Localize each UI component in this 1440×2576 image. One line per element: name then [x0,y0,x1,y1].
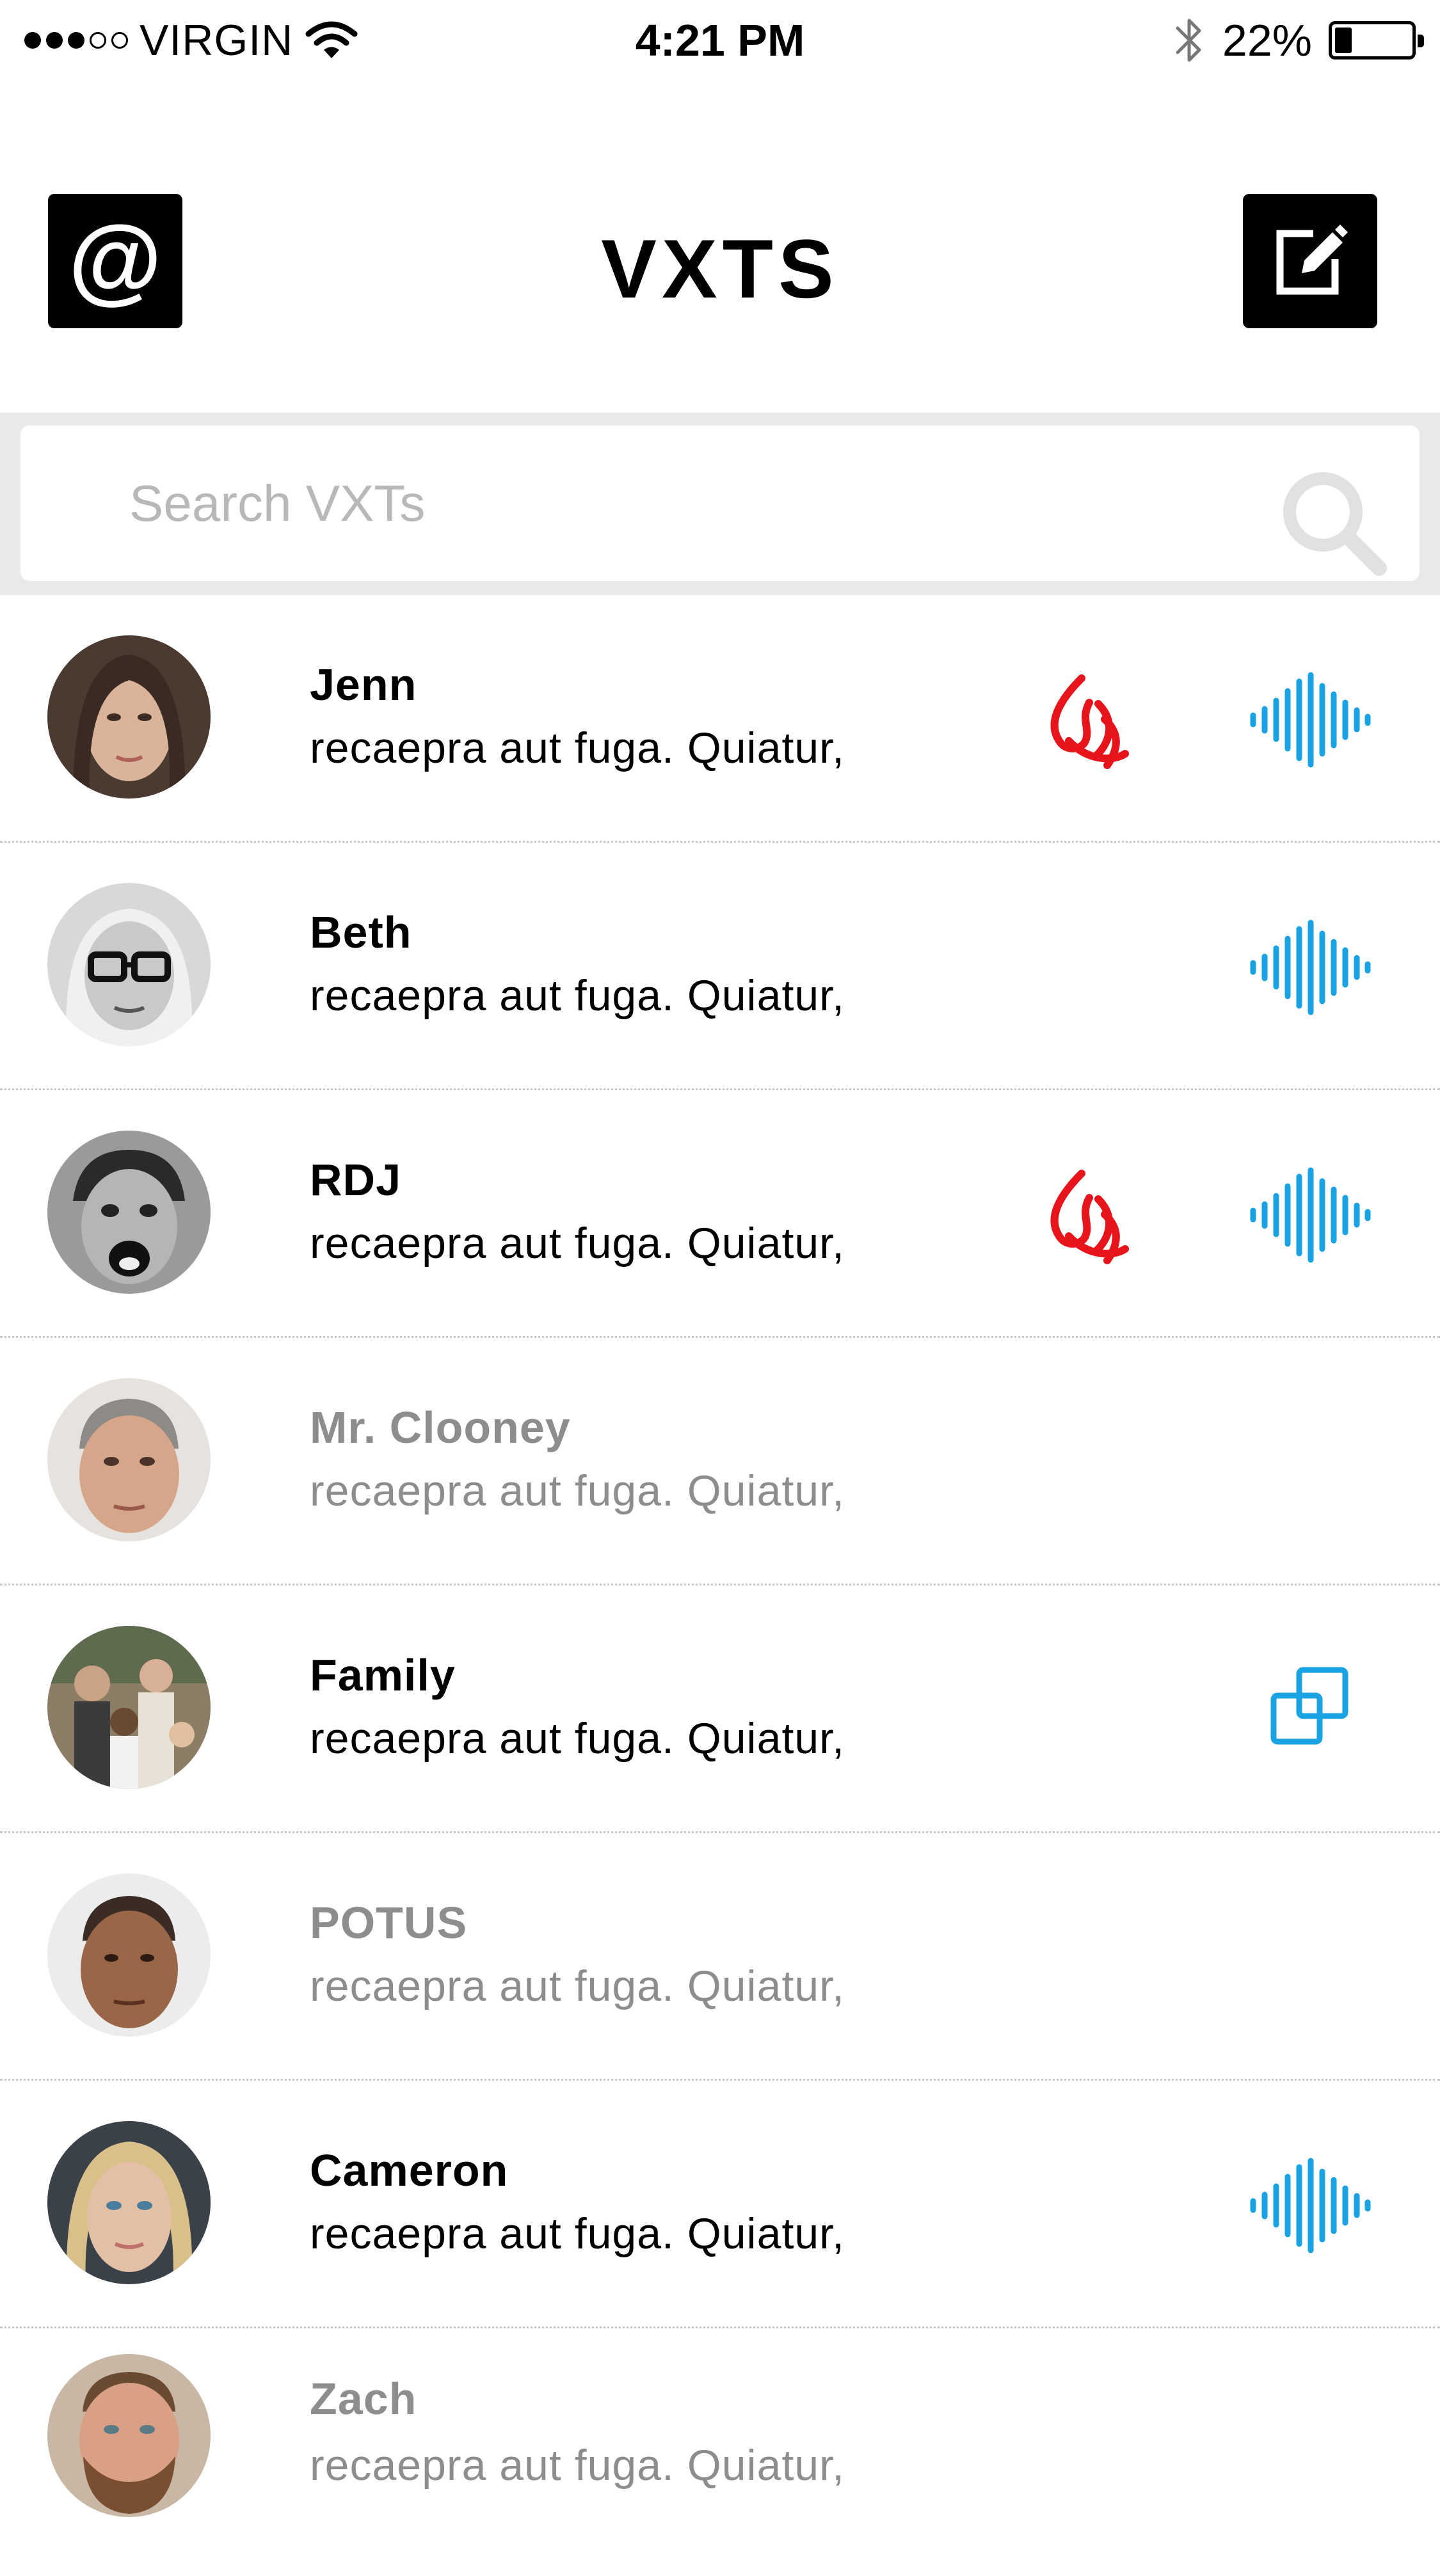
contact-name: Beth [310,907,412,957]
status-bar: VIRGIN 4:21 PM 22% [0,0,1440,80]
message-preview: recaepra aut fuga. Quiatur, [310,1467,845,1515]
avatar [47,1131,211,1294]
contact-name: POTUS [310,1898,468,1948]
flame-icon[interactable] [1043,665,1133,774]
conversation-row-zach[interactable]: Zach recaepra aut fuga. Quiatur, [0,2328,1440,2576]
conversation-row-cameron[interactable]: Cameron recaepra aut fuga. Quiatur, [0,2081,1440,2328]
battery-percent: 22% [1222,15,1312,65]
audio-wave-icon[interactable] [1248,919,1373,1015]
app-header: @ VXTS [0,80,1440,413]
avatar [47,883,211,1046]
compose-icon [1276,225,1348,295]
avatar [47,1378,211,1541]
battery-icon [1329,21,1424,60]
contact-name: Jenn [310,660,417,710]
message-preview: recaepra aut fuga. Quiatur, [310,2441,845,2490]
conversation-row-mr-clooney[interactable]: Mr. Clooney recaepra aut fuga. Quiatur, [0,1338,1440,1586]
contact-name: Cameron [310,2145,509,2195]
avatar [47,635,211,799]
conversation-row-rdj[interactable]: RDJ recaepra aut fuga. Quiatur, [0,1090,1440,1338]
contact-name: Family [310,1650,456,1700]
search-icon[interactable] [1278,467,1390,579]
conversation-list: Jenn recaepra aut fuga. Quiatur, Beth re… [0,595,1440,2576]
conversation-row-jenn[interactable]: Jenn recaepra aut fuga. Quiatur, [0,595,1440,843]
avatar [47,1626,211,1789]
avatar [47,2354,211,2517]
page-title: VXTS [601,222,839,315]
message-preview: recaepra aut fuga. Quiatur, [310,1219,845,1268]
search-input[interactable] [129,425,1217,581]
audio-wave-icon[interactable] [1248,672,1373,768]
compose-button[interactable] [1243,194,1377,328]
contact-name: RDJ [310,1155,402,1205]
audio-wave-icon[interactable] [1248,1167,1373,1263]
group-icon[interactable] [1268,1665,1352,1748]
conversation-row-potus[interactable]: POTUS recaepra aut fuga. Quiatur, [0,1833,1440,2081]
search-box [20,425,1420,581]
flame-icon[interactable] [1043,1161,1133,1269]
avatar [47,1873,211,2037]
status-right: 22% [1172,12,1424,69]
message-preview: recaepra aut fuga. Quiatur, [310,2209,845,2258]
battery-level [1335,28,1352,53]
search-bar [0,413,1440,595]
message-preview: recaepra aut fuga. Quiatur, [310,1714,845,1763]
conversation-row-family[interactable]: Family recaepra aut fuga. Quiatur, [0,1586,1440,1833]
message-preview: recaepra aut fuga. Quiatur, [310,971,845,1020]
message-preview: recaepra aut fuga. Quiatur, [310,1962,845,2010]
bluetooth-icon [1176,19,1201,62]
contact-name: Mr. Clooney [310,1403,571,1452]
conversation-row-beth[interactable]: Beth recaepra aut fuga. Quiatur, [0,843,1440,1090]
avatar [47,2121,211,2284]
audio-wave-icon[interactable] [1248,2158,1373,2254]
contact-name: Zach [310,2374,417,2424]
message-preview: recaepra aut fuga. Quiatur, [310,724,845,772]
